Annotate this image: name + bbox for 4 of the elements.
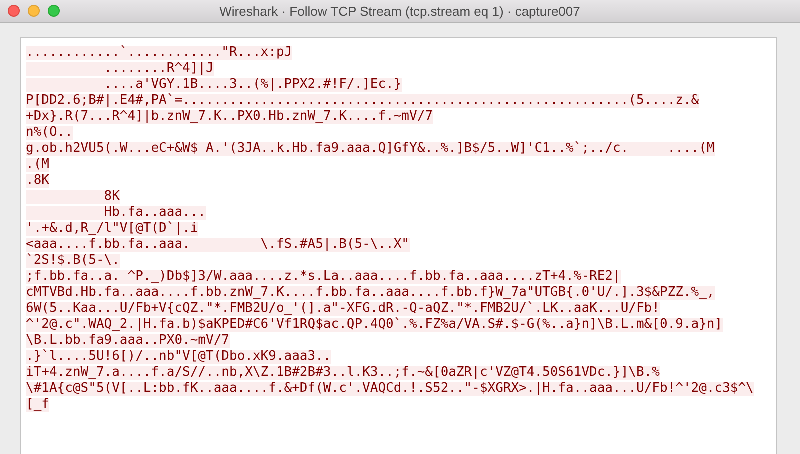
minimize-button[interactable] (28, 5, 40, 17)
close-button[interactable] (8, 5, 20, 17)
window-title: Wireshark · Follow TCP Stream (tcp.stream eq 1) · capture007 (220, 4, 580, 18)
zoom-button[interactable] (48, 5, 60, 17)
